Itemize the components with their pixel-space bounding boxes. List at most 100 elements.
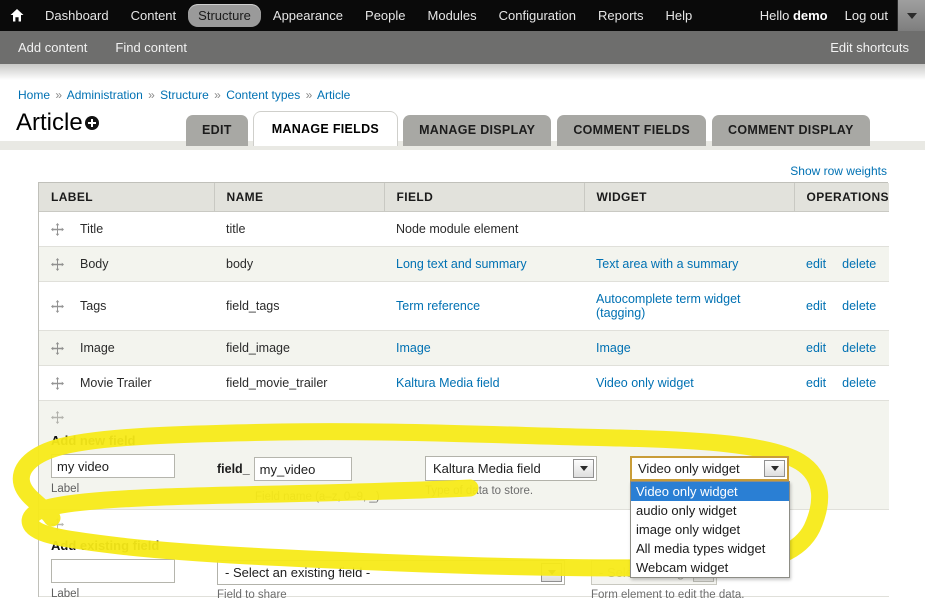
field-type-select-value: Kaltura Media field: [433, 461, 541, 476]
option-webcam-widget[interactable]: Webcam widget: [631, 558, 789, 577]
widget-type-select[interactable]: Video only widget: [630, 456, 789, 481]
row-name-cell: body: [214, 246, 384, 282]
breadcrumb-item-article[interactable]: Article: [317, 88, 350, 102]
widget-link[interactable]: Text area with a summary: [596, 257, 738, 271]
breadcrumb-item-content-types[interactable]: Content types: [226, 88, 300, 102]
tab-comment-fields[interactable]: COMMENT FIELDS: [557, 115, 707, 146]
add-new-field-heading: Add new field: [51, 433, 136, 448]
breadcrumb-separator: »: [214, 88, 221, 102]
shortcut-find-content[interactable]: Find content: [105, 38, 197, 57]
delete-link[interactable]: delete: [842, 341, 876, 355]
field-label-text: Movie Trailer: [80, 376, 152, 390]
row-widget-cell: Autocomplete term widget (tagging): [584, 281, 794, 331]
shortcut-add-content[interactable]: Add content: [8, 38, 97, 57]
existing-field-label-input[interactable]: [51, 559, 175, 583]
drag-handle-icon[interactable]: [51, 299, 64, 313]
chevron-down-icon[interactable]: [764, 460, 785, 477]
breadcrumb-item-home[interactable]: Home: [18, 88, 50, 102]
toolbar-item-people[interactable]: People: [355, 4, 415, 27]
row-widget-cell: Image: [584, 330, 794, 366]
tab-manage-fields[interactable]: MANAGE FIELDS: [253, 112, 398, 146]
option-audio-only-widget[interactable]: audio only widget: [631, 501, 789, 520]
row-label-cell: Title: [39, 211, 214, 247]
row-operations-cell: edit delete: [794, 330, 889, 366]
username[interactable]: demo: [793, 8, 828, 23]
column-header-label: LABEL: [39, 183, 215, 212]
row-name-cell: field_tags: [214, 281, 384, 331]
drag-handle-icon[interactable]: [51, 376, 64, 390]
breadcrumb-item-structure[interactable]: Structure: [160, 88, 209, 102]
field-label-text: Title: [80, 222, 104, 236]
add-new-field-cell: Add new field Label field_ Field name (a…: [39, 400, 889, 578]
tab-comment-display[interactable]: COMMENT DISPLAY: [712, 115, 870, 146]
add-circle-icon[interactable]: [85, 116, 99, 130]
chevron-down-icon[interactable]: [541, 563, 562, 582]
field-type-link[interactable]: Term reference: [396, 299, 480, 313]
option-all-media-types-widget[interactable]: All media types widget: [631, 539, 789, 558]
field-type-select[interactable]: Kaltura Media field: [425, 456, 597, 481]
widget-link[interactable]: Image: [596, 341, 631, 355]
existing-field-select-value: - Select an existing field -: [225, 565, 371, 580]
field-type-link[interactable]: Kaltura Media field: [396, 376, 500, 390]
toolbar-item-structure[interactable]: Structure: [188, 4, 261, 27]
existing-field-select[interactable]: - Select an existing field -: [217, 560, 565, 585]
breadcrumb-separator: »: [148, 88, 155, 102]
row-field-cell: Image: [384, 330, 584, 366]
toolbar-item-configuration[interactable]: Configuration: [489, 4, 586, 27]
field-type-link[interactable]: Long text and summary: [396, 257, 527, 271]
drag-handle-icon[interactable]: [51, 341, 64, 355]
widget-type-select-value: Video only widget: [638, 461, 740, 476]
toolbar-item-help[interactable]: Help: [656, 4, 703, 27]
table-row: Tags field_tags Term reference Autocompl…: [39, 281, 889, 331]
add-new-field-row: Add new field Label field_ Field name (a…: [39, 400, 889, 578]
delete-link[interactable]: delete: [842, 257, 876, 271]
delete-link[interactable]: delete: [842, 376, 876, 390]
toolbar-shadow: [0, 64, 925, 80]
table-row: Movie Trailer field_movie_trailer Kaltur…: [39, 365, 889, 401]
breadcrumb: Home » Administration » Structure » Cont…: [18, 88, 350, 102]
edit-link[interactable]: edit: [806, 376, 826, 390]
drag-handle-icon[interactable]: [51, 518, 64, 531]
edit-link[interactable]: edit: [806, 257, 826, 271]
widget-type-option-list[interactable]: Video only widget audio only widget imag…: [630, 481, 790, 578]
edit-shortcuts-link[interactable]: Edit shortcuts: [830, 40, 925, 55]
column-header-name: NAME: [214, 183, 385, 212]
logout-link[interactable]: Log out: [836, 5, 897, 26]
chevron-down-icon[interactable]: [897, 0, 925, 31]
breadcrumb-item-administration[interactable]: Administration: [67, 88, 143, 102]
column-header-widget: WIDGET: [584, 183, 795, 212]
row-operations-cell: edit delete: [794, 365, 889, 401]
drag-handle-icon[interactable]: [51, 222, 64, 236]
toolbar-item-dashboard[interactable]: Dashboard: [35, 4, 119, 27]
drag-handle-icon[interactable]: [51, 411, 64, 424]
show-row-weights-link[interactable]: Show row weights: [790, 164, 887, 178]
toolbar-item-appearance[interactable]: Appearance: [263, 4, 353, 27]
primary-tabs: EDIT MANAGE FIELDS MANAGE DISPLAY COMMEN…: [186, 112, 870, 146]
existing-widget-hint: Form element to edit the data.: [591, 589, 745, 601]
drag-handle-icon[interactable]: [51, 257, 64, 271]
toolbar-item-content[interactable]: Content: [121, 4, 187, 27]
option-image-only-widget[interactable]: image only widget: [631, 520, 789, 539]
column-header-field: FIELD: [384, 183, 585, 212]
widget-link[interactable]: Autocomplete term widget: [596, 292, 741, 306]
tab-edit[interactable]: EDIT: [186, 115, 248, 146]
widget-link[interactable]: Video only widget: [596, 376, 694, 390]
option-video-only-widget[interactable]: Video only widget: [631, 482, 789, 501]
new-field-machine-name-input[interactable]: [253, 457, 352, 481]
column-header-operations: OPERATIONS: [794, 183, 889, 212]
row-operations-cell: edit delete: [794, 281, 889, 331]
row-name-cell: field_movie_trailer: [214, 365, 384, 401]
toolbar-item-reports[interactable]: Reports: [588, 4, 654, 27]
widget-link-secondline[interactable]: (tagging): [596, 306, 645, 320]
tab-manage-display[interactable]: MANAGE DISPLAY: [403, 115, 552, 146]
edit-link[interactable]: edit: [806, 299, 826, 313]
field-type-link[interactable]: Image: [396, 341, 431, 355]
new-field-label-input[interactable]: [51, 454, 175, 478]
toolbar-item-modules[interactable]: Modules: [418, 4, 487, 27]
delete-link[interactable]: delete: [842, 299, 876, 313]
row-label-cell: Movie Trailer: [39, 365, 214, 401]
edit-link[interactable]: edit: [806, 341, 826, 355]
chevron-down-icon[interactable]: [573, 459, 594, 478]
field-label-text: Tags: [80, 299, 107, 313]
home-icon[interactable]: [0, 0, 34, 31]
